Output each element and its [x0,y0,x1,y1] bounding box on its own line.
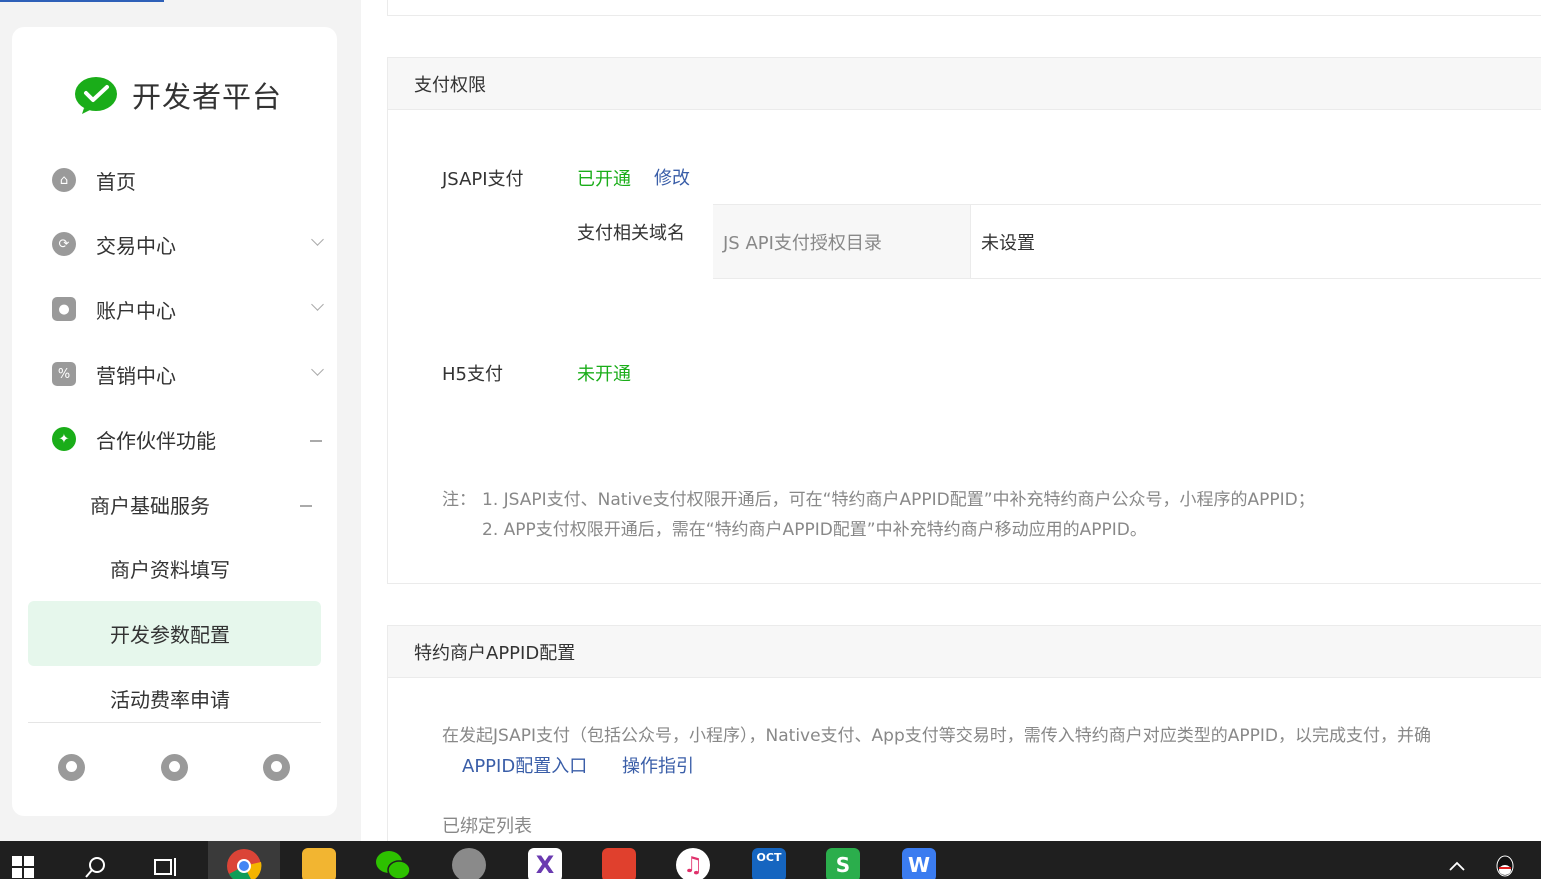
windows-start-icon[interactable] [0,841,46,879]
note-line-2: 2. APP支付权限开通后，需在“特约商户APPID配置”中补充特约商户移动应用… [482,520,1147,540]
h5-status: 未开通 [577,364,631,385]
nav-marketing-center[interactable]: % 营销中心 [52,354,324,394]
nav-marketing-label: 营销中心 [96,363,176,388]
ocr-app-icon[interactable]: OCT [748,841,790,879]
chevron-down-icon [311,233,324,246]
collapse-icon [310,440,322,442]
home-icon: ⌂ [52,168,76,192]
exchange-icon: ⟳ [52,232,76,256]
windows-taskbar: X ♫ OCT S W [0,841,1541,879]
h5-label: H5支付 [442,364,503,385]
search-icon[interactable] [76,841,116,879]
appid-config-title: 特约商户APPID配置 [388,626,1541,678]
guide-link[interactable]: 操作指引 [622,752,694,778]
collapse-icon [300,505,312,507]
bound-list-label: 已绑定列表 [442,816,532,837]
chrome-icon[interactable] [208,841,280,879]
sidebar: 开发者平台 ⌂ 首页 ⟳ 交易中心 ● 账户中心 % 营销中心 ✦ 合作伙伴功能… [12,27,337,816]
nav-home-label: 首页 [96,169,136,194]
xmind-icon[interactable]: X [524,841,566,879]
xmind-red-icon[interactable] [598,841,640,879]
nav-partner-label: 合作伙伴功能 [96,428,216,453]
nav-trade-center[interactable]: ⟳ 交易中心 [52,224,324,264]
wps-writer-icon[interactable]: W [898,841,940,879]
parrot-app-icon[interactable] [448,841,490,879]
top-progress-line [0,0,164,2]
nav-account-label: 账户中心 [96,298,176,323]
user-icon[interactable] [263,754,290,781]
domain-table-header: JS API支付授权目录 [713,205,971,278]
partner-icon: ✦ [52,427,76,451]
wechat-pay-logo-icon [74,75,118,115]
wechat-icon[interactable] [372,841,414,879]
music-icon[interactable]: ♫ [672,841,714,879]
nav-activity-rate[interactable]: 活动费率申请 [110,678,230,718]
logo[interactable]: 开发者平台 [74,74,282,116]
main-content: 支付权限 JSAPI支付 已开通 修改 支付相关域名 JS API支付授权目录 … [361,0,1541,855]
sidebar-divider [28,722,321,723]
appid-config-card: 特约商户APPID配置 在发起JSAPI支付（包括公众号，小程序），Native… [387,625,1541,855]
account-icon: ● [52,297,76,321]
jsapi-status: 已开通 [577,169,631,190]
notification-icon[interactable] [161,754,188,781]
nav-merchant-basic-label: 商户基础服务 [90,493,210,518]
nav-home[interactable]: ⌂ 首页 [52,160,322,200]
tray-up-icon[interactable] [1440,841,1474,879]
nav-merchant-info-label: 商户资料填写 [110,557,230,582]
nav-trade-label: 交易中心 [96,233,176,258]
nav-merchant-basic-services[interactable]: 商户基础服务 [90,484,312,524]
nav-activity-rate-label: 活动费率申请 [110,687,230,712]
nav-dev-config[interactable]: 开发参数配置 [110,613,230,653]
file-explorer-icon[interactable] [298,841,340,879]
percent-icon: % [52,362,76,386]
appid-desc: 在发起JSAPI支付（包括公众号，小程序），Native支付、App支付等交易时… [442,726,1432,746]
domain-table-value: 未设置 [981,232,1035,254]
nav-merchant-info[interactable]: 商户资料填写 [110,548,230,588]
wps-sheet-icon[interactable]: S [822,841,864,879]
nav-dev-config-label: 开发参数配置 [110,622,230,647]
task-view-icon[interactable] [146,841,186,879]
chevron-down-icon [311,363,324,376]
domain-label: 支付相关域名 [577,223,685,244]
previous-card-edge [387,0,1541,16]
payment-permission-card: 支付权限 JSAPI支付 已开通 修改 支付相关域名 JS API支付授权目录 … [387,57,1541,584]
jsapi-edit-link[interactable]: 修改 [654,164,690,190]
appid-entry-link[interactable]: APPID配置入口 [462,752,587,778]
logo-text: 开发者平台 [132,80,283,114]
jsapi-label: JSAPI支付 [442,169,524,190]
note-line-1: 1. JSAPI支付、Native支付权限开通后，可在“特约商户APPID配置”… [482,490,1315,510]
nav-account-center[interactable]: ● 账户中心 [52,289,324,329]
announcement-icon[interactable] [58,754,85,781]
note-prefix: 注： [442,490,476,510]
nav-partner-features[interactable]: ✦ 合作伙伴功能 [52,419,322,459]
qq-icon[interactable] [1488,841,1522,879]
chevron-down-icon [311,298,324,311]
domain-table: JS API支付授权目录 未设置 [713,204,1541,279]
payment-permission-title: 支付权限 [388,58,1541,110]
